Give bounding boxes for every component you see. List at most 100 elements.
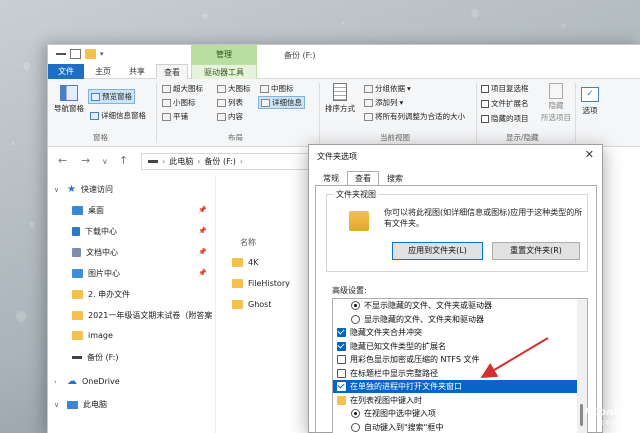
nav-folder-1[interactable]: 2. 申办文件 bbox=[72, 289, 130, 300]
layout-details[interactable]: 详细信息 bbox=[258, 96, 305, 109]
advanced-setting-label: 显示隐藏的文件、文件夹和驱动器 bbox=[364, 314, 484, 324]
tab-drive-tools[interactable]: 驱动器工具 bbox=[191, 64, 257, 79]
nav-onedrive[interactable]: › ☁ OneDrive bbox=[54, 376, 120, 387]
checkbox[interactable] bbox=[337, 382, 346, 391]
pin-icon[interactable]: 📌 bbox=[198, 227, 207, 235]
fit-columns-button[interactable]: 将所有列调整为合适的大小 bbox=[364, 111, 465, 122]
pin-icon[interactable]: 📌 bbox=[198, 206, 207, 214]
pin-icon[interactable]: 📌 bbox=[198, 269, 207, 277]
layout-small-icons[interactable]: 小图标 bbox=[162, 97, 196, 108]
tab-share[interactable]: 共享 bbox=[122, 64, 152, 79]
tiles-icon bbox=[162, 112, 171, 121]
item-checkbox-label: 项目复选框 bbox=[491, 84, 529, 93]
layout-xl-icons[interactable]: 超大图标 bbox=[162, 83, 203, 94]
hidden-items-toggle[interactable]: 隐藏的项目 bbox=[481, 113, 529, 124]
item-checkbox-toggle[interactable]: 项目复选框 bbox=[481, 83, 529, 94]
breadcrumb-this-pc[interactable]: 此电脑 bbox=[169, 156, 193, 167]
group-by-button[interactable]: 分组依据 ▾ bbox=[364, 83, 411, 94]
options-button[interactable]: ✓ 选项 bbox=[581, 87, 599, 116]
chevron-down-icon[interactable]: ▾ bbox=[100, 50, 104, 58]
scrollbar-thumb[interactable] bbox=[580, 404, 583, 426]
radio-button[interactable] bbox=[351, 422, 360, 432]
advanced-setting-row[interactable]: 显示隐藏的文件、文件夹和驱动器 bbox=[333, 313, 577, 326]
drive-icon bbox=[148, 160, 158, 163]
layout-content[interactable]: 内容 bbox=[217, 111, 243, 122]
navigation-pane: ∨ ★ 快速访问 桌面 📌 下载中心 📌 文档中心 📌 图片中心 📌 2. 申办… bbox=[48, 176, 216, 433]
nav-downloads[interactable]: 下载中心 bbox=[72, 226, 117, 237]
large-icons-icon bbox=[217, 84, 226, 93]
extensions-checkbox[interactable] bbox=[481, 99, 489, 108]
watermark-sub: 太平洋电脑网 bbox=[597, 420, 634, 427]
checkbox[interactable] bbox=[337, 368, 346, 378]
nav-documents[interactable]: 文档中心 bbox=[72, 247, 118, 258]
file-row[interactable]: FileHistory bbox=[232, 279, 290, 288]
layout-item-label: 详细信息 bbox=[272, 98, 302, 107]
advanced-setting-row[interactable]: 在列表视图中键入时 bbox=[333, 394, 577, 407]
advanced-setting-row[interactable]: 在视图中选中键入项 bbox=[333, 407, 577, 420]
add-column-button[interactable]: 添加列 ▾ bbox=[364, 97, 403, 108]
back-arrow-icon[interactable]: ← bbox=[58, 154, 67, 167]
file-row[interactable]: 4K bbox=[232, 258, 258, 267]
nav-drive-f[interactable]: 备份 (F:) bbox=[72, 352, 118, 363]
advanced-setting-row[interactable]: 隐藏文件夹合并冲突 bbox=[333, 326, 577, 339]
nav-this-pc[interactable]: ∨ 此电脑 bbox=[54, 399, 107, 410]
tab-search[interactable]: 搜索 bbox=[379, 171, 411, 186]
layout-medium-icons[interactable]: 中图标 bbox=[260, 83, 294, 94]
recent-chevron-icon[interactable]: ∨ bbox=[102, 157, 108, 166]
nav-folder-2[interactable]: 2021一年级语文期末试卷（附答案 bbox=[72, 310, 212, 321]
radio-button[interactable] bbox=[351, 301, 360, 310]
hide-selected-button[interactable]: 隐藏 所选项目 bbox=[541, 83, 571, 123]
apply-to-folders-button[interactable]: 应用到文件夹(L) bbox=[392, 242, 483, 260]
radio-button[interactable] bbox=[351, 314, 360, 324]
folder-views-description: 你可以将此视图(如详细信息或图标)应用于这种类型的所有文件夹。 bbox=[384, 208, 583, 228]
tab-home[interactable]: 主页 bbox=[88, 64, 118, 79]
reset-folders-button[interactable]: 重置文件夹(R) bbox=[492, 242, 580, 260]
layout-list[interactable]: 列表 bbox=[217, 97, 243, 108]
breadcrumb-separator-icon: › bbox=[239, 157, 244, 166]
checkbox[interactable] bbox=[337, 355, 346, 364]
tab-file[interactable]: 文件 bbox=[48, 64, 84, 79]
xl-icons-icon bbox=[162, 84, 171, 93]
nav-quick-access[interactable]: ∨ ★ 快速访问 bbox=[54, 184, 113, 195]
tab-view[interactable]: 查看 bbox=[156, 64, 188, 79]
properties-icon[interactable] bbox=[70, 49, 81, 59]
layout-item-label: 列表 bbox=[228, 98, 243, 107]
pin-icon[interactable]: 📌 bbox=[198, 248, 207, 256]
preview-pane-button[interactable]: 预览窗格 bbox=[88, 89, 135, 104]
layout-tiles[interactable]: 平铺 bbox=[162, 111, 188, 122]
new-folder-icon[interactable] bbox=[85, 49, 96, 59]
pane-group-label: 窗格 bbox=[93, 133, 108, 142]
advanced-setting-row[interactable]: 在标题栏中显示完整路径 bbox=[333, 367, 577, 380]
advanced-setting-row[interactable]: 隐藏已知文件类型的扩展名 bbox=[333, 340, 577, 353]
nav-pane-button[interactable]: 导航窗格 bbox=[54, 85, 84, 114]
layout-large-icons[interactable]: 大图标 bbox=[217, 83, 251, 94]
checkbox[interactable] bbox=[337, 341, 346, 351]
checkbox[interactable] bbox=[337, 328, 346, 337]
file-row[interactable]: Ghost bbox=[232, 300, 271, 309]
advanced-setting-row[interactable]: 在单独的进程中打开文件夹窗口 bbox=[333, 380, 577, 393]
forward-arrow-icon[interactable]: → bbox=[81, 154, 90, 167]
advanced-setting-row[interactable]: 不显示隐藏的文件、文件夹或驱动器 bbox=[333, 299, 577, 312]
advanced-setting-label: 自动键入到"搜索"框中 bbox=[364, 422, 444, 432]
details-pane-button[interactable]: 详细信息窗格 bbox=[90, 110, 146, 121]
nav-pictures[interactable]: 图片中心 bbox=[72, 268, 120, 279]
column-header-name[interactable]: 名称 bbox=[240, 237, 256, 248]
item-checkbox-checkbox[interactable] bbox=[481, 84, 489, 93]
radio-button[interactable] bbox=[351, 409, 360, 418]
nav-folder-image[interactable]: image bbox=[72, 331, 113, 340]
advanced-setting-row[interactable]: 自动键入到"搜索"框中 bbox=[333, 421, 577, 433]
sort-by-button[interactable]: 排序方式 bbox=[325, 83, 355, 114]
breadcrumb-drive[interactable]: 备份 (F:) bbox=[204, 156, 235, 167]
tab-general[interactable]: 常规 bbox=[315, 171, 347, 186]
ribbon-divider bbox=[575, 83, 576, 143]
up-arrow-icon[interactable]: ↑ bbox=[119, 154, 128, 167]
nav-desktop[interactable]: 桌面 bbox=[72, 205, 104, 216]
extensions-toggle[interactable]: 文件扩展名 bbox=[481, 98, 529, 109]
close-icon[interactable]: ✕ bbox=[585, 148, 594, 161]
tab-manage[interactable]: 管理 bbox=[191, 45, 257, 64]
nav-label: 快速访问 bbox=[80, 185, 113, 194]
tab-view[interactable]: 查看 bbox=[347, 171, 379, 186]
hidden-items-checkbox[interactable] bbox=[481, 114, 489, 123]
advanced-setting-label: 不显示隐藏的文件、文件夹或驱动器 bbox=[364, 301, 492, 310]
advanced-setting-row[interactable]: 用彩色显示加密或压缩的 NTFS 文件 bbox=[333, 353, 577, 366]
